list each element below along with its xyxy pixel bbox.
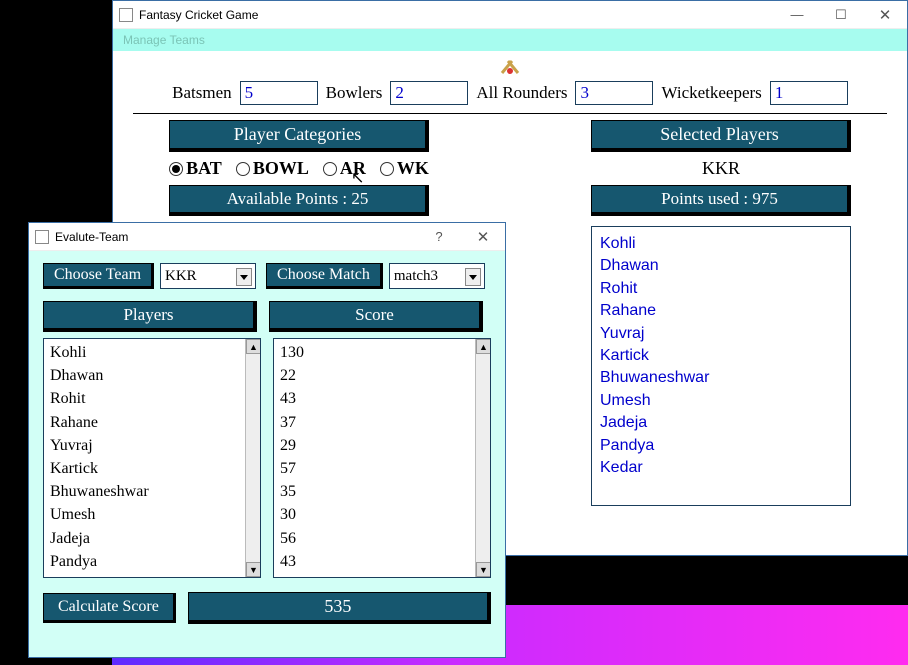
batsmen-label: Batsmen bbox=[172, 83, 232, 103]
team-name: KKR bbox=[702, 158, 740, 179]
radio-icon bbox=[236, 162, 250, 176]
list-item[interactable]: Yuvraj bbox=[50, 434, 242, 457]
list-item[interactable]: 35 bbox=[280, 480, 472, 503]
allrounders-input[interactable] bbox=[575, 81, 653, 105]
choose-team-button[interactable]: Choose Team bbox=[43, 263, 154, 289]
wk-input[interactable] bbox=[770, 81, 848, 105]
cricket-icon bbox=[498, 57, 522, 77]
radio-wk[interactable]: WK bbox=[380, 158, 429, 179]
scroll-down-icon[interactable]: ▼ bbox=[246, 562, 261, 577]
scroll-down-icon[interactable]: ▼ bbox=[476, 562, 491, 577]
list-item[interactable]: 37 bbox=[280, 411, 472, 434]
list-item[interactable]: Umesh bbox=[50, 503, 242, 526]
list-item[interactable]: Rohit bbox=[50, 387, 242, 410]
categories-header: Player Categories bbox=[169, 120, 429, 152]
list-item[interactable]: Kohli bbox=[600, 233, 842, 255]
points-used: Points used : 975 bbox=[591, 185, 851, 216]
list-item[interactable]: Bhuwaneshwar bbox=[600, 367, 842, 389]
batsmen-input[interactable] bbox=[240, 81, 318, 105]
evaluate-dialog: Evalute-Team ? ✕ Choose Team KKR Choose … bbox=[28, 222, 506, 658]
score-header: Score bbox=[269, 301, 483, 332]
scrollbar[interactable]: ▲ ▼ bbox=[475, 339, 490, 577]
list-item[interactable]: 43 bbox=[280, 387, 472, 410]
list-item[interactable]: Umesh bbox=[600, 390, 842, 412]
team-combo[interactable]: KKR bbox=[160, 263, 256, 289]
list-item[interactable]: 30 bbox=[280, 503, 472, 526]
list-item[interactable]: 56 bbox=[280, 527, 472, 550]
list-item[interactable]: Kartick bbox=[50, 457, 242, 480]
help-button[interactable]: ? bbox=[417, 223, 461, 251]
radio-bowl[interactable]: BOWL bbox=[236, 158, 309, 179]
list-item[interactable]: Pandya bbox=[50, 550, 242, 573]
list-item[interactable]: Bhuwaneshwar bbox=[50, 480, 242, 503]
match-combo[interactable]: match3 bbox=[389, 263, 485, 289]
bowlers-label: Bowlers bbox=[326, 83, 383, 103]
list-item[interactable]: 43 bbox=[280, 550, 472, 573]
maximize-button[interactable]: ☐ bbox=[819, 1, 863, 29]
dialog-icon bbox=[35, 230, 49, 244]
list-item[interactable]: Pandya bbox=[600, 435, 842, 457]
players-listbox[interactable]: KohliDhawanRohitRahaneYuvrajKartickBhuwa… bbox=[43, 338, 261, 578]
dialog-titlebar[interactable]: Evalute-Team ? ✕ bbox=[29, 223, 505, 251]
scores-listbox[interactable]: 130224337295735305643 ▲ ▼ bbox=[273, 338, 491, 578]
radio-icon bbox=[323, 162, 337, 176]
total-score: 535 bbox=[188, 592, 491, 624]
menubar[interactable]: Manage Teams bbox=[113, 29, 907, 51]
list-item[interactable]: Kedar bbox=[600, 457, 842, 479]
close-button[interactable]: ✕ bbox=[863, 1, 907, 29]
category-radios: BAT BOWL AR WK bbox=[169, 158, 429, 179]
list-item[interactable]: Kartick bbox=[600, 345, 842, 367]
scroll-up-icon[interactable]: ▲ bbox=[476, 339, 491, 354]
allrounders-label: All Rounders bbox=[476, 83, 567, 103]
list-item[interactable]: Rohit bbox=[600, 278, 842, 300]
radio-ar[interactable]: AR bbox=[323, 158, 366, 179]
minimize-button[interactable]: — bbox=[775, 1, 819, 29]
selected-players-list[interactable]: KohliDhawanRohitRahaneYuvrajKartickBhuwa… bbox=[591, 226, 851, 506]
radio-icon bbox=[169, 162, 183, 176]
list-item[interactable]: 130 bbox=[280, 341, 472, 364]
players-header: Players bbox=[43, 301, 257, 332]
list-item[interactable]: 29 bbox=[280, 434, 472, 457]
counts-row: Batsmen Bowlers All Rounders Wicketkeepe… bbox=[113, 81, 907, 113]
list-item[interactable]: Rahane bbox=[600, 300, 842, 322]
separator bbox=[133, 113, 887, 114]
list-item[interactable]: Dhawan bbox=[600, 255, 842, 277]
list-item[interactable]: Dhawan bbox=[50, 364, 242, 387]
list-item[interactable]: Yuvraj bbox=[600, 323, 842, 345]
menu-manage-teams[interactable]: Manage Teams bbox=[123, 33, 205, 47]
list-item[interactable]: Jadeja bbox=[50, 527, 242, 550]
list-item[interactable]: Rahane bbox=[50, 411, 242, 434]
bowlers-input[interactable] bbox=[390, 81, 468, 105]
radio-bat[interactable]: BAT bbox=[169, 158, 222, 179]
window-title: Fantasy Cricket Game bbox=[139, 8, 258, 22]
dialog-close-button[interactable]: ✕ bbox=[461, 223, 505, 251]
main-titlebar[interactable]: Fantasy Cricket Game — ☐ ✕ bbox=[113, 1, 907, 29]
radio-icon bbox=[380, 162, 394, 176]
dialog-title: Evalute-Team bbox=[55, 230, 128, 244]
list-item[interactable]: Jadeja bbox=[600, 412, 842, 434]
choose-match-button[interactable]: Choose Match bbox=[266, 263, 383, 289]
list-item[interactable]: Kohli bbox=[50, 341, 242, 364]
wk-label: Wicketkeepers bbox=[661, 83, 761, 103]
available-points: Available Points : 25 bbox=[169, 185, 429, 216]
app-icon bbox=[119, 8, 133, 22]
list-item[interactable]: 57 bbox=[280, 457, 472, 480]
list-item[interactable]: 22 bbox=[280, 364, 472, 387]
right-column: Selected Players KKR Points used : 975 K… bbox=[555, 120, 887, 506]
scrollbar[interactable]: ▲ ▼ bbox=[245, 339, 260, 577]
selected-header: Selected Players bbox=[591, 120, 851, 152]
scroll-up-icon[interactable]: ▲ bbox=[246, 339, 261, 354]
calculate-score-button[interactable]: Calculate Score bbox=[43, 593, 176, 623]
